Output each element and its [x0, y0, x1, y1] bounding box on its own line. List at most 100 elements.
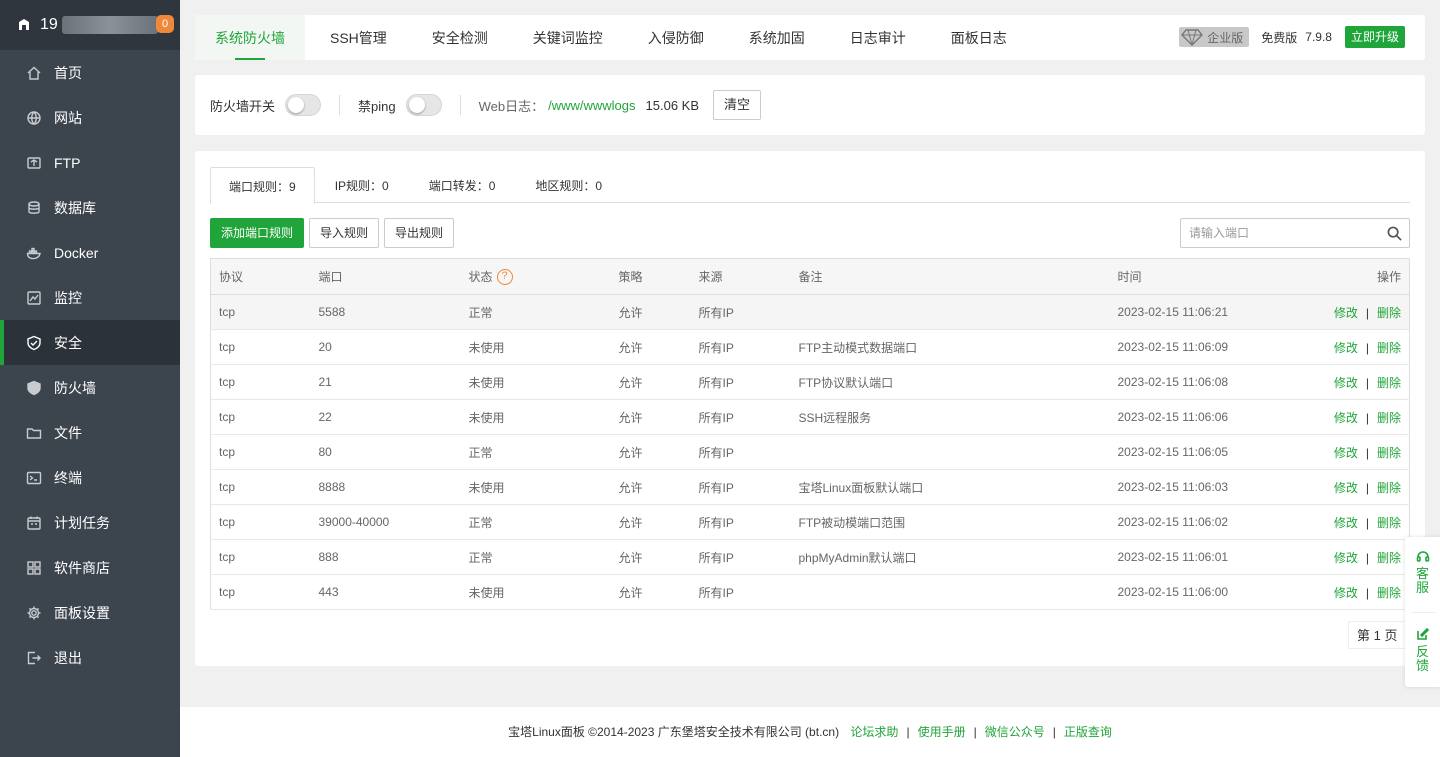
top-tab-7[interactable]: 面板日志 — [931, 15, 1027, 60]
sidebar-item-4[interactable]: Docker — [0, 230, 180, 275]
delete-rule-link[interactable]: 删除 — [1377, 376, 1401, 390]
delete-rule-link[interactable]: 删除 — [1377, 516, 1401, 530]
edit-rule-link[interactable]: 修改 — [1334, 341, 1358, 355]
col-remark[interactable]: 备注 — [790, 258, 1110, 295]
col-policy[interactable]: 策略 — [610, 258, 691, 295]
col-protocol[interactable]: 协议 — [210, 258, 311, 295]
cell-remark[interactable]: FTP协议默认端口 — [790, 364, 1110, 400]
shield-check-icon — [26, 335, 42, 351]
edit-rule-link[interactable]: 修改 — [1334, 446, 1358, 460]
sidebar-item-6[interactable]: 安全 — [0, 320, 180, 365]
delete-rule-link[interactable]: 删除 — [1377, 481, 1401, 495]
sidebar-item-10[interactable]: 计划任务 — [0, 500, 180, 545]
rule-tab-0[interactable]: 端口规则：9 — [210, 167, 315, 204]
col-time[interactable]: 时间 — [1109, 258, 1310, 295]
pagination[interactable]: 第 1 页 — [1348, 621, 1407, 649]
cell-remark[interactable] — [790, 434, 1110, 470]
footer-link-3[interactable]: 正版查询 — [1064, 725, 1112, 739]
top-tab-5[interactable]: 系统加固 — [729, 15, 825, 60]
edit-rule-link[interactable]: 修改 — [1334, 551, 1358, 565]
sidebar-item-3[interactable]: 数据库 — [0, 185, 180, 230]
edit-rule-link[interactable]: 修改 — [1334, 516, 1358, 530]
cell-policy[interactable]: 允许 — [610, 574, 691, 610]
sidebar-item-0[interactable]: 首页 — [0, 50, 180, 95]
sidebar-item-8[interactable]: 文件 — [0, 410, 180, 455]
cell-remark[interactable]: SSH远程服务 — [790, 399, 1110, 435]
feedback-button[interactable]: 反馈 — [1405, 627, 1440, 673]
footer-link-0[interactable]: 论坛求助 — [850, 725, 898, 739]
sidebar-item-13[interactable]: 退出 — [0, 635, 180, 680]
cell-protocol: tcp — [210, 399, 311, 435]
top-tab-6[interactable]: 日志审计 — [830, 15, 926, 60]
delete-rule-link[interactable]: 删除 — [1377, 586, 1401, 600]
cell-time: 2023-02-15 11:06:09 — [1109, 329, 1310, 365]
sidebar-item-7[interactable]: 防火墙 — [0, 365, 180, 410]
col-source[interactable]: 来源 — [690, 258, 791, 295]
cell-policy[interactable]: 允许 — [610, 469, 691, 505]
import-rules-button[interactable]: 导入规则 — [309, 218, 380, 248]
footer-link-1[interactable]: 使用手册 — [918, 725, 966, 739]
sidebar-item-9[interactable]: 终端 — [0, 455, 180, 500]
cell-remark[interactable] — [790, 574, 1110, 610]
col-status[interactable]: 状态? — [460, 258, 611, 295]
top-tab-4[interactable]: 入侵防御 — [628, 15, 724, 60]
cell-policy[interactable]: 允许 — [610, 364, 691, 400]
edit-rule-link[interactable]: 修改 — [1334, 376, 1358, 390]
edit-rule-link[interactable]: 修改 — [1334, 481, 1358, 495]
cell-policy[interactable]: 允许 — [610, 329, 691, 365]
footer-links: 论坛求助 | 使用手册 | 微信公众号 | 正版查询 — [842, 725, 1111, 739]
cell-remark[interactable]: FTP主动模式数据端口 — [790, 329, 1110, 365]
notification-badge[interactable]: 0 — [156, 15, 174, 33]
server-header[interactable]: 19 0 — [0, 0, 180, 50]
enterprise-badge[interactable]: 企业版 — [1179, 27, 1250, 47]
top-tab-2[interactable]: 安全检测 — [412, 15, 508, 60]
upgrade-button[interactable]: 立即升级 — [1344, 26, 1405, 48]
search-button[interactable] — [1379, 226, 1409, 241]
rule-tab-2[interactable]: 端口转发：0 — [409, 167, 516, 203]
delete-rule-link[interactable]: 删除 — [1377, 411, 1401, 425]
cell-policy[interactable]: 允许 — [610, 399, 691, 435]
customer-service-button[interactable]: 客服 — [1405, 549, 1440, 595]
sidebar-item-2[interactable]: FTP — [0, 140, 180, 185]
cell-time: 2023-02-15 11:06:21 — [1109, 294, 1310, 330]
cell-policy[interactable]: 允许 — [610, 539, 691, 575]
cell-policy[interactable]: 允许 — [610, 294, 691, 330]
cell-remark[interactable]: 宝塔Linux面板默认端口 — [790, 469, 1110, 505]
footer-link-2[interactable]: 微信公众号 — [985, 725, 1045, 739]
top-tab-1[interactable]: SSH管理 — [310, 15, 407, 60]
delete-rule-link[interactable]: 删除 — [1377, 306, 1401, 320]
edit-rule-link[interactable]: 修改 — [1334, 586, 1358, 600]
cell-status: 未使用 — [460, 329, 611, 365]
delete-rule-link[interactable]: 删除 — [1377, 341, 1401, 355]
sidebar-item-12[interactable]: 面板设置 — [0, 590, 180, 635]
add-port-rule-button[interactable]: 添加端口规则 — [210, 218, 305, 248]
port-search-input[interactable] — [1181, 219, 1379, 247]
status-help-icon[interactable]: ? — [496, 269, 513, 286]
cell-status: 正常 — [460, 434, 611, 470]
sidebar-item-5[interactable]: 监控 — [0, 275, 180, 320]
edit-rule-link[interactable]: 修改 — [1334, 306, 1358, 320]
delete-rule-link[interactable]: 删除 — [1377, 551, 1401, 565]
clear-log-button[interactable]: 清空 — [713, 90, 762, 120]
delete-rule-link[interactable]: 删除 — [1377, 446, 1401, 460]
col-port[interactable]: 端口 — [310, 258, 461, 295]
sidebar-item-1[interactable]: 网站 — [0, 95, 180, 140]
firewall-toggle[interactable] — [285, 94, 322, 116]
cell-policy[interactable]: 允许 — [610, 504, 691, 540]
top-tab-3[interactable]: 关键词监控 — [513, 15, 623, 60]
top-tab-0[interactable]: 系统防火墙 — [195, 15, 305, 60]
export-rules-button[interactable]: 导出规则 — [384, 218, 455, 248]
cell-port: 80 — [310, 434, 461, 470]
rule-tab-3[interactable]: 地区规则：0 — [515, 167, 622, 203]
cell-remark[interactable]: FTP被动模端口范围 — [790, 504, 1110, 540]
sidebar-bottom — [0, 680, 180, 757]
sidebar-item-11[interactable]: 软件商店 — [0, 545, 180, 590]
cell-remark[interactable]: phpMyAdmin默认端口 — [790, 539, 1110, 575]
cell-remark[interactable] — [790, 294, 1110, 330]
ping-toggle[interactable] — [405, 94, 442, 116]
rule-tab-1[interactable]: IP规则：0 — [315, 167, 409, 203]
cell-source: 所有IP — [690, 539, 791, 575]
edit-rule-link[interactable]: 修改 — [1334, 411, 1358, 425]
weblog-path-link[interactable]: /www/wwwlogs — [548, 98, 635, 113]
cell-policy[interactable]: 允许 — [610, 434, 691, 470]
